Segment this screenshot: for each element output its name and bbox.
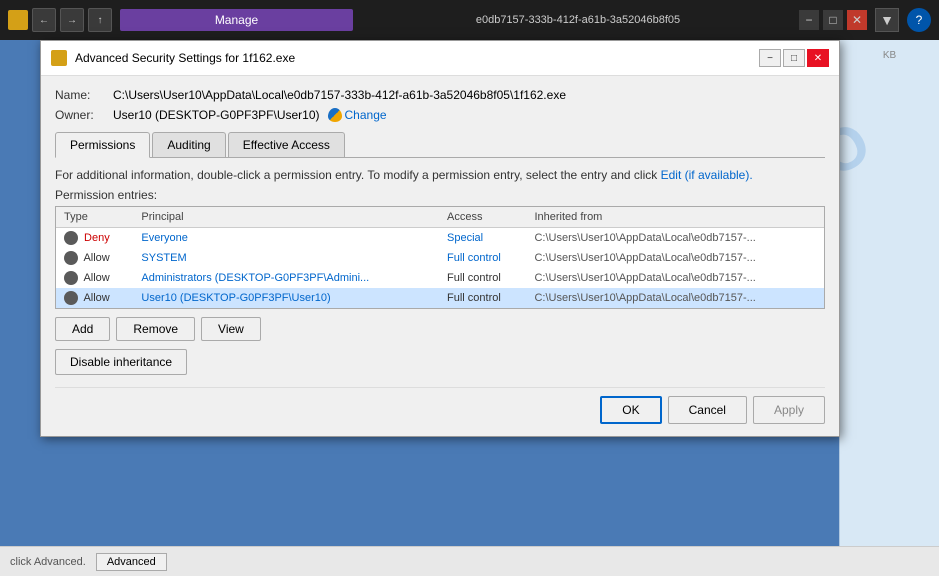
name-value: C:\Users\User10\AppData\Local\e0db7157-3… — [113, 88, 566, 102]
advanced-security-dialog: Advanced Security Settings for 1f162.exe… — [40, 40, 840, 437]
user-icon-1 — [64, 251, 78, 265]
cancel-button[interactable]: Cancel — [668, 396, 747, 424]
dialog-maximize-btn[interactable]: □ — [783, 49, 805, 67]
view-button[interactable]: View — [201, 317, 261, 341]
sidebar-toggle[interactable]: ▼ — [875, 8, 899, 32]
info-text-content: For additional information, double-click… — [55, 168, 657, 182]
row-access-1: Full control — [439, 248, 526, 268]
permission-table: Type Principal Access Inherited from Den… — [56, 207, 824, 308]
remove-button[interactable]: Remove — [116, 317, 195, 341]
row-inherited-0: C:\Users\User10\AppData\Local\e0db7157-.… — [526, 228, 824, 249]
action-buttons: Add Remove View — [55, 317, 825, 341]
nav-back-btn[interactable]: ← — [32, 8, 56, 32]
permission-table-wrapper: Type Principal Access Inherited from Den… — [55, 206, 825, 309]
bottom-bar: click Advanced. Advanced — [0, 546, 939, 576]
row-principal-3: User10 (DESKTOP-G0PF3PF\User10) — [133, 288, 439, 308]
window-close-btn[interactable]: ✕ — [847, 10, 867, 30]
dialog-minimize-btn[interactable]: − — [759, 49, 781, 67]
window-maximize-btn[interactable]: □ — [823, 10, 843, 30]
row-access-0: Special — [439, 228, 526, 249]
row-principal-0: Everyone — [133, 228, 439, 249]
table-header-row: Type Principal Access Inherited from — [56, 207, 824, 228]
dialog-icon — [51, 50, 67, 66]
app-icon — [8, 10, 28, 30]
bottom-bar-text: click Advanced. — [10, 556, 86, 568]
user-icon-3 — [64, 291, 78, 305]
dialog-close-btn[interactable]: ✕ — [807, 49, 829, 67]
table-row[interactable]: Allow Administrators (DESKTOP-G0PF3PF\Ad… — [56, 268, 824, 288]
dialog-title: Advanced Security Settings for 1f162.exe — [75, 51, 751, 65]
add-button[interactable]: Add — [55, 317, 110, 341]
row-type-0: Deny — [56, 228, 133, 249]
row-type-2: Allow — [56, 268, 133, 288]
user-icon-0 — [64, 231, 78, 245]
row-access-2: Full control — [439, 268, 526, 288]
nav-up-btn[interactable]: ↑ — [88, 8, 112, 32]
col-type: Type — [56, 207, 133, 228]
name-label: Name: — [55, 88, 105, 102]
col-principal: Principal — [133, 207, 439, 228]
table-row[interactable]: Allow SYSTEM Full control C:\Users\User1… — [56, 248, 824, 268]
row-principal-2: Administrators (DESKTOP-G0PF3PF\Admini..… — [133, 268, 439, 288]
tab-effective-access[interactable]: Effective Access — [228, 132, 345, 157]
change-link[interactable]: Change — [328, 108, 387, 122]
table-row[interactable]: Allow User10 (DESKTOP-G0PF3PF\User10) Fu… — [56, 288, 824, 308]
ok-button[interactable]: OK — [600, 396, 661, 424]
info-paragraph: For additional information, double-click… — [55, 168, 825, 182]
row-principal-1: SYSTEM — [133, 248, 439, 268]
apply-button[interactable]: Apply — [753, 396, 825, 424]
disable-inheritance-button[interactable]: Disable inheritance — [55, 349, 187, 375]
change-label: Change — [345, 108, 387, 122]
section-label: Permission entries: — [55, 188, 825, 202]
table-row[interactable]: Deny Everyone Special C:\Users\User10\Ap… — [56, 228, 824, 249]
row-type-1: Allow — [56, 248, 133, 268]
col-inherited-from: Inherited from — [526, 207, 824, 228]
info-btn[interactable]: ? — [907, 8, 931, 32]
row-access-3: Full control — [439, 288, 526, 308]
edit-link[interactable]: Edit (if available). — [661, 168, 753, 182]
tabs-container: Permissions Auditing Effective Access — [55, 132, 825, 158]
tab-auditing[interactable]: Auditing — [152, 132, 225, 157]
row-inherited-2: C:\Users\User10\AppData\Local\e0db7157-.… — [526, 268, 824, 288]
owner-label: Owner: — [55, 108, 105, 122]
tab-permissions[interactable]: Permissions — [55, 132, 150, 158]
nav-forward-btn[interactable]: → — [60, 8, 84, 32]
right-sidebar: KB — [839, 40, 939, 576]
window-minimize-btn[interactable]: − — [799, 10, 819, 30]
user-icon-2 — [64, 271, 78, 285]
shield-icon — [328, 108, 342, 122]
advanced-button[interactable]: Advanced — [96, 553, 167, 571]
manage-tab[interactable]: Manage — [120, 9, 353, 31]
col-access: Access — [439, 207, 526, 228]
row-inherited-1: C:\Users\User10\AppData\Local\e0db7157-.… — [526, 248, 824, 268]
window-path: e0db7157-333b-412f-a61b-3a52046b8f05 — [361, 14, 795, 26]
bottom-buttons: OK Cancel Apply — [55, 387, 825, 424]
owner-value: User10 (DESKTOP-G0PF3PF\User10) — [113, 108, 320, 122]
row-type-3: Allow — [56, 288, 133, 308]
row-inherited-3: C:\Users\User10\AppData\Local\e0db7157-.… — [526, 288, 824, 308]
